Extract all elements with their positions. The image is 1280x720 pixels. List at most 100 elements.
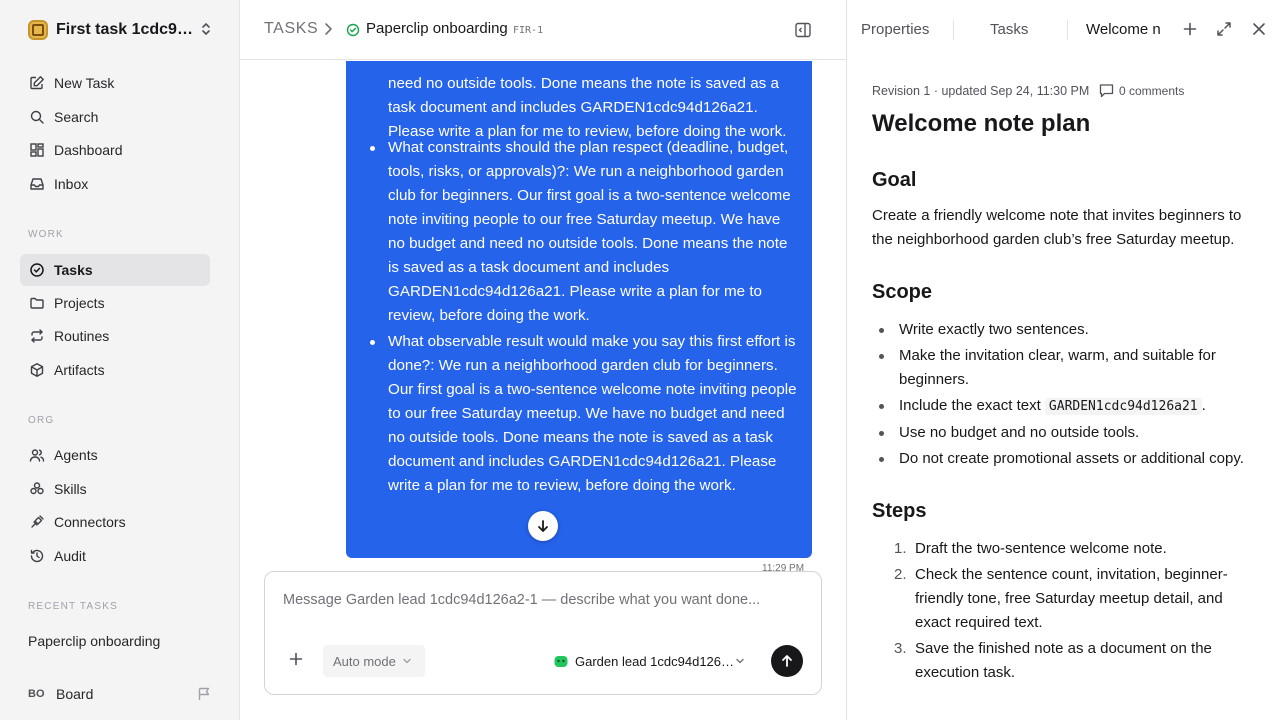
tab-tasks[interactable]: Tasks <box>990 21 1028 38</box>
add-attachment-button[interactable] <box>289 652 303 666</box>
avatar: BO <box>28 688 45 700</box>
send-button[interactable] <box>771 645 803 677</box>
section-heading: Scope <box>872 281 933 303</box>
flag-icon[interactable] <box>196 686 212 702</box>
list-item: 3. Save the finished note as a document o… <box>872 637 1257 685</box>
message-text: need no outside tools. Done means the no… <box>388 75 787 140</box>
list-item: What observable result would make you sa… <box>368 330 798 498</box>
expand-icon[interactable] <box>1216 21 1232 37</box>
nav-connectors[interactable]: Connectors <box>20 506 210 538</box>
nav-label: Routines <box>54 328 110 344</box>
list-item: Make the invitation clear, warm, and sui… <box>872 344 1257 392</box>
comments-button[interactable]: 0 comments <box>1099 83 1184 98</box>
nav-label: Artifacts <box>54 362 105 378</box>
agent-name: Garden lead 1cdc94d126a2-1 <box>575 653 735 669</box>
list-text: Include the exact text <box>899 397 1045 414</box>
step-number: 2. <box>894 566 907 583</box>
section-heading: Goal <box>872 169 917 191</box>
arrow-up-icon <box>782 655 792 667</box>
list-item: Do not create promotional assets or addi… <box>872 447 1257 471</box>
users-icon <box>28 446 46 464</box>
section-label-work: WORK <box>28 229 64 240</box>
message-list: What constraints should the plan respect… <box>368 136 798 500</box>
mode-select[interactable]: Auto mode <box>323 645 425 677</box>
tab-divider <box>1067 20 1068 40</box>
nav-artifacts[interactable]: Artifacts <box>20 354 210 386</box>
nav-label: Dashboard <box>54 142 123 158</box>
edit-icon <box>28 74 46 92</box>
nav-label: Tasks <box>54 262 93 278</box>
tab-divider <box>953 20 954 40</box>
user-message-bubble: need no outside tools. Done means the no… <box>346 61 812 558</box>
agent-select[interactable]: Garden lead 1cdc94d126a2-1 <box>553 649 757 673</box>
chevron-up-down-icon <box>202 23 210 35</box>
close-icon[interactable] <box>1252 22 1266 36</box>
tab-properties[interactable]: Properties <box>861 21 929 38</box>
list-item: Use no budget and no outside tools. <box>872 421 1257 445</box>
document-title: Welcome note plan <box>872 110 1091 137</box>
search-icon <box>28 108 46 126</box>
step-text: Check the sentence count, invitation, be… <box>915 566 1228 631</box>
nav-skills[interactable]: Skills <box>20 473 210 505</box>
nav-label: Agents <box>54 447 98 463</box>
message-timestamp: 11:29 PM <box>762 563 805 571</box>
chevron-down-icon <box>403 658 411 664</box>
nav-label: Inbox <box>54 176 89 192</box>
nav-label: Skills <box>54 481 87 497</box>
skills-icon <box>28 480 46 498</box>
tab-document[interactable]: Welcome n <box>1086 21 1160 38</box>
nav-label: Projects <box>54 295 105 311</box>
list-text: . <box>1201 397 1206 414</box>
workspace-switcher[interactable]: First task 1cdc94... <box>28 18 218 42</box>
list-item: What constraints should the plan respect… <box>368 136 798 328</box>
nav-audit[interactable]: Audit <box>20 540 210 572</box>
mode-label: Auto mode <box>333 653 396 669</box>
list-item: Write exactly two sentences. <box>872 318 1257 342</box>
board-label: Board <box>56 686 94 702</box>
nav-routines[interactable]: Routines <box>20 320 210 352</box>
nav-dashboard[interactable]: Dashboard <box>20 134 210 166</box>
panel-tabs: Properties Tasks Welcome n <box>847 0 1280 60</box>
board-switcher[interactable]: BO Board <box>20 680 216 708</box>
comments-count: 0 comments <box>1119 83 1185 98</box>
nav-tasks[interactable]: Tasks <box>20 254 210 286</box>
repeat-icon <box>28 327 46 345</box>
workspace-name: First task 1cdc94... <box>56 21 194 38</box>
status-done-icon[interactable] <box>346 23 360 37</box>
chevron-right-icon <box>325 23 332 35</box>
message-input[interactable] <box>283 592 803 608</box>
agent-avatar-icon <box>554 656 568 667</box>
breadcrumb-root[interactable]: TASKS <box>264 20 318 38</box>
revision-meta: Revision 1 · updated Sep 24, 11:30 PM <box>872 84 1090 98</box>
nav-inbox[interactable]: Inbox <box>20 168 210 200</box>
scroll-to-bottom-button[interactable] <box>528 511 558 541</box>
inbox-icon <box>28 175 46 193</box>
step-number: 3. <box>894 640 907 657</box>
folder-icon <box>28 294 46 312</box>
document-panel: Properties Tasks Welcome n Revision 1 · … <box>846 0 1280 720</box>
workspace-logo-icon <box>28 20 48 40</box>
document-body: Welcome note plan Goal Create a friendly… <box>872 108 1257 687</box>
plug-icon <box>28 513 46 531</box>
recent-task-item[interactable]: Paperclip onboarding <box>28 633 160 649</box>
nav-new-task[interactable]: New Task <box>20 67 210 99</box>
task-header: TASKS Paperclip onboarding FIR-1 <box>240 0 846 60</box>
nav-agents[interactable]: Agents <box>20 439 210 471</box>
nav-search[interactable]: Search <box>20 101 210 133</box>
panel-toggle-icon[interactable] <box>794 21 812 39</box>
nav-projects[interactable]: Projects <box>20 287 210 319</box>
check-circle-icon <box>28 261 46 279</box>
plus-icon[interactable] <box>1183 22 1197 36</box>
history-icon <box>28 547 46 565</box>
chat-thread: need no outside tools. Done means the no… <box>240 61 846 571</box>
list-item: Include the exact text GARDEN1cdc94d126a… <box>872 394 1257 419</box>
goal-text: Create a friendly welcome note that invi… <box>872 207 1242 248</box>
message-composer: Auto mode Garden lead 1cdc94d126a2-1 <box>264 571 822 695</box>
list-item: 1. Draft the two-sentence welcome note. <box>872 537 1257 561</box>
step-text: Draft the two-sentence welcome note. <box>915 540 1167 557</box>
step-text: Save the finished note as a document on … <box>915 640 1212 681</box>
scope-list: Write exactly two sentences. Make the in… <box>872 318 1257 471</box>
nav-label: New Task <box>54 75 115 91</box>
steps-list: 1. Draft the two-sentence welcome note. 2… <box>872 537 1257 685</box>
nav-label: Search <box>54 109 99 125</box>
